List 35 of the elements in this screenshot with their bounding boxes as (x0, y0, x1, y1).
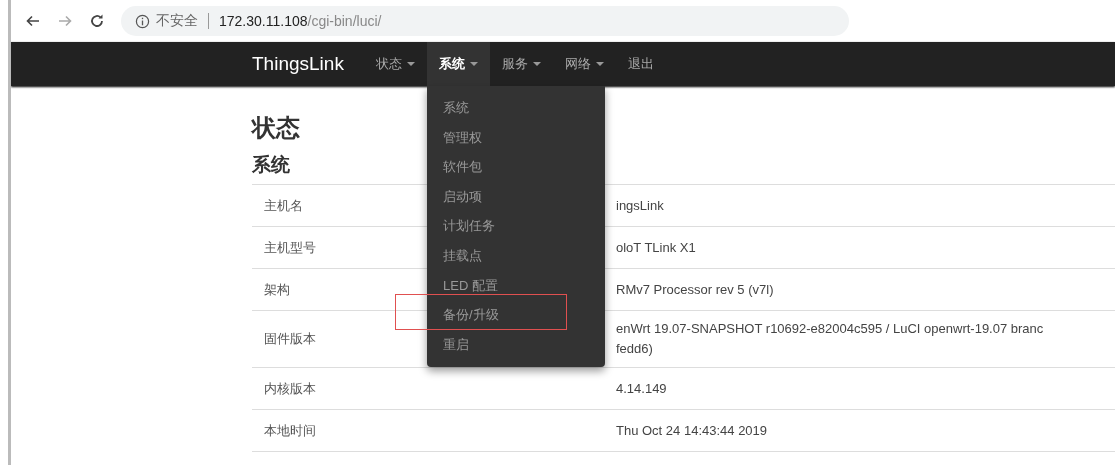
address-bar[interactable]: 不安全 172.30.11.108/cgi-bin/luci/ (121, 6, 849, 36)
table-cell-text: Thu Oct 24 14:43:44 2019 (616, 421, 768, 440)
dropdown-menu-item[interactable]: 挂载点 (427, 240, 605, 271)
page-title: 状态 (252, 113, 300, 143)
brand-link[interactable]: ThingsLink (252, 42, 344, 86)
info-icon[interactable] (135, 13, 150, 29)
url-text: 172.30.11.108/cgi-bin/luci/ (219, 13, 382, 29)
table-cell: 架构 (264, 281, 290, 297)
table-cell: 主机名 (264, 197, 303, 213)
table-cell-text: enWrt 19.07-SNAPSHOT r10692-e82004c595 / LuCI openwrt-19.07 branc fedd6) (616, 320, 1044, 358)
table-cell-text: ingsLink (616, 196, 664, 215)
table-cell: 固件版本 (264, 331, 316, 346)
nav-menu-item[interactable]: 网络 (552, 42, 616, 86)
dropdown-menu-item[interactable]: 启动项 (427, 181, 605, 212)
table-cell-text: RMv7 Processor rev 5 (v7l) (616, 280, 774, 299)
nav-menu-item[interactable]: 状态 (363, 42, 427, 86)
table-cell-text: oloT TLink X1 (616, 238, 696, 257)
security-label: 不安全 (156, 12, 198, 30)
table-cell-text: 4.14.149 (616, 379, 667, 398)
table-cell: 主机型号 (264, 239, 316, 255)
table-cell: 本地时间 (264, 422, 316, 438)
dropdown-menu-item[interactable]: LED 配置 (427, 270, 605, 301)
nav-menu-item[interactable]: 服务 (489, 42, 553, 86)
nav-menu-item[interactable]: 系统 (426, 42, 490, 86)
section-title: 系统 (252, 153, 290, 177)
dropdown-menu-item[interactable]: 系统 (427, 93, 605, 123)
nav-menu-item[interactable]: 退出 (615, 42, 666, 86)
back-icon[interactable] (25, 13, 41, 29)
dropdown-menu-item[interactable]: 备份/升级 (427, 300, 605, 330)
table-cell: 内核版本 (264, 380, 316, 396)
dropdown-menu-item[interactable]: 软件包 (427, 152, 605, 182)
reload-icon[interactable] (89, 13, 105, 29)
dropdown-menu-item[interactable]: 管理权 (427, 122, 605, 153)
dropdown-menu-item[interactable]: 计划任务 (427, 211, 605, 241)
dropdown-menu-item[interactable]: 重启 (427, 329, 605, 360)
